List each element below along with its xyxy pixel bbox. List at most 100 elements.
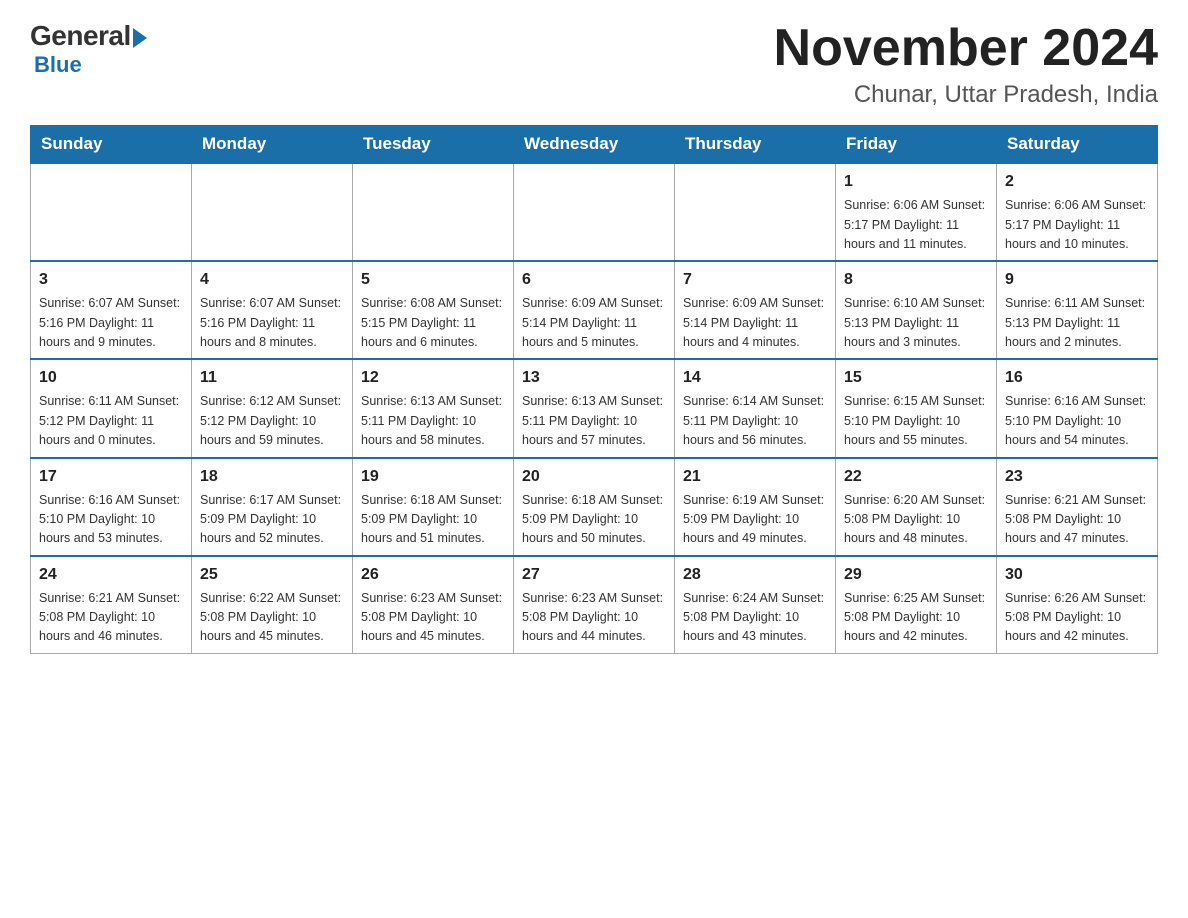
calendar-cell: 7Sunrise: 6:09 AM Sunset: 5:14 PM Daylig… [675, 261, 836, 359]
day-number: 8 [844, 268, 988, 292]
calendar-cell: 2Sunrise: 6:06 AM Sunset: 5:17 PM Daylig… [997, 163, 1158, 261]
day-info: Sunrise: 6:14 AM Sunset: 5:11 PM Dayligh… [683, 392, 827, 450]
calendar-cell: 17Sunrise: 6:16 AM Sunset: 5:10 PM Dayli… [31, 458, 192, 556]
title-area: November 2024 Chunar, Uttar Pradesh, Ind… [774, 20, 1158, 109]
day-info: Sunrise: 6:08 AM Sunset: 5:15 PM Dayligh… [361, 294, 505, 352]
day-number: 22 [844, 465, 988, 489]
day-info: Sunrise: 6:11 AM Sunset: 5:12 PM Dayligh… [39, 392, 183, 450]
day-info: Sunrise: 6:11 AM Sunset: 5:13 PM Dayligh… [1005, 294, 1149, 352]
day-info: Sunrise: 6:18 AM Sunset: 5:09 PM Dayligh… [522, 491, 666, 549]
day-number: 26 [361, 563, 505, 587]
day-info: Sunrise: 6:06 AM Sunset: 5:17 PM Dayligh… [844, 196, 988, 254]
calendar-cell: 16Sunrise: 6:16 AM Sunset: 5:10 PM Dayli… [997, 359, 1158, 457]
day-number: 23 [1005, 465, 1149, 489]
day-number: 18 [200, 465, 344, 489]
calendar-cell: 8Sunrise: 6:10 AM Sunset: 5:13 PM Daylig… [836, 261, 997, 359]
day-info: Sunrise: 6:17 AM Sunset: 5:09 PM Dayligh… [200, 491, 344, 549]
day-number: 17 [39, 465, 183, 489]
calendar-cell: 10Sunrise: 6:11 AM Sunset: 5:12 PM Dayli… [31, 359, 192, 457]
day-info: Sunrise: 6:21 AM Sunset: 5:08 PM Dayligh… [39, 589, 183, 647]
calendar-cell [31, 163, 192, 261]
calendar-cell: 13Sunrise: 6:13 AM Sunset: 5:11 PM Dayli… [514, 359, 675, 457]
day-number: 5 [361, 268, 505, 292]
calendar-cell [514, 163, 675, 261]
day-number: 19 [361, 465, 505, 489]
day-number: 15 [844, 366, 988, 390]
logo: General Blue [30, 20, 147, 78]
calendar-day-header: Monday [192, 126, 353, 164]
day-info: Sunrise: 6:22 AM Sunset: 5:08 PM Dayligh… [200, 589, 344, 647]
day-info: Sunrise: 6:16 AM Sunset: 5:10 PM Dayligh… [39, 491, 183, 549]
calendar-cell: 26Sunrise: 6:23 AM Sunset: 5:08 PM Dayli… [353, 556, 514, 654]
calendar-cell [353, 163, 514, 261]
logo-general-text: General [30, 20, 131, 52]
day-info: Sunrise: 6:13 AM Sunset: 5:11 PM Dayligh… [522, 392, 666, 450]
day-info: Sunrise: 6:06 AM Sunset: 5:17 PM Dayligh… [1005, 196, 1149, 254]
day-info: Sunrise: 6:18 AM Sunset: 5:09 PM Dayligh… [361, 491, 505, 549]
day-info: Sunrise: 6:10 AM Sunset: 5:13 PM Dayligh… [844, 294, 988, 352]
calendar-cell: 24Sunrise: 6:21 AM Sunset: 5:08 PM Dayli… [31, 556, 192, 654]
calendar-day-header: Friday [836, 126, 997, 164]
calendar-cell: 28Sunrise: 6:24 AM Sunset: 5:08 PM Dayli… [675, 556, 836, 654]
calendar-cell: 11Sunrise: 6:12 AM Sunset: 5:12 PM Dayli… [192, 359, 353, 457]
day-number: 1 [844, 170, 988, 194]
calendar-table: SundayMondayTuesdayWednesdayThursdayFrid… [30, 125, 1158, 654]
calendar-cell: 20Sunrise: 6:18 AM Sunset: 5:09 PM Dayli… [514, 458, 675, 556]
day-number: 16 [1005, 366, 1149, 390]
calendar-cell: 30Sunrise: 6:26 AM Sunset: 5:08 PM Dayli… [997, 556, 1158, 654]
day-number: 24 [39, 563, 183, 587]
day-number: 12 [361, 366, 505, 390]
calendar-cell: 4Sunrise: 6:07 AM Sunset: 5:16 PM Daylig… [192, 261, 353, 359]
day-info: Sunrise: 6:12 AM Sunset: 5:12 PM Dayligh… [200, 392, 344, 450]
day-info: Sunrise: 6:24 AM Sunset: 5:08 PM Dayligh… [683, 589, 827, 647]
day-number: 21 [683, 465, 827, 489]
day-info: Sunrise: 6:21 AM Sunset: 5:08 PM Dayligh… [1005, 491, 1149, 549]
day-info: Sunrise: 6:20 AM Sunset: 5:08 PM Dayligh… [844, 491, 988, 549]
day-number: 2 [1005, 170, 1149, 194]
day-info: Sunrise: 6:15 AM Sunset: 5:10 PM Dayligh… [844, 392, 988, 450]
week-row: 17Sunrise: 6:16 AM Sunset: 5:10 PM Dayli… [31, 458, 1158, 556]
day-number: 11 [200, 366, 344, 390]
calendar-cell: 14Sunrise: 6:14 AM Sunset: 5:11 PM Dayli… [675, 359, 836, 457]
logo-blue-text: Blue [34, 52, 82, 78]
day-info: Sunrise: 6:23 AM Sunset: 5:08 PM Dayligh… [361, 589, 505, 647]
week-row: 24Sunrise: 6:21 AM Sunset: 5:08 PM Dayli… [31, 556, 1158, 654]
week-row: 10Sunrise: 6:11 AM Sunset: 5:12 PM Dayli… [31, 359, 1158, 457]
calendar-cell: 21Sunrise: 6:19 AM Sunset: 5:09 PM Dayli… [675, 458, 836, 556]
day-number: 10 [39, 366, 183, 390]
calendar-header-row: SundayMondayTuesdayWednesdayThursdayFrid… [31, 126, 1158, 164]
calendar-cell: 6Sunrise: 6:09 AM Sunset: 5:14 PM Daylig… [514, 261, 675, 359]
day-info: Sunrise: 6:09 AM Sunset: 5:14 PM Dayligh… [683, 294, 827, 352]
day-info: Sunrise: 6:13 AM Sunset: 5:11 PM Dayligh… [361, 392, 505, 450]
day-info: Sunrise: 6:26 AM Sunset: 5:08 PM Dayligh… [1005, 589, 1149, 647]
calendar-day-header: Sunday [31, 126, 192, 164]
month-title: November 2024 [774, 20, 1158, 77]
day-info: Sunrise: 6:09 AM Sunset: 5:14 PM Dayligh… [522, 294, 666, 352]
calendar-cell: 25Sunrise: 6:22 AM Sunset: 5:08 PM Dayli… [192, 556, 353, 654]
day-info: Sunrise: 6:19 AM Sunset: 5:09 PM Dayligh… [683, 491, 827, 549]
day-number: 6 [522, 268, 666, 292]
day-number: 30 [1005, 563, 1149, 587]
calendar-cell [675, 163, 836, 261]
calendar-cell: 1Sunrise: 6:06 AM Sunset: 5:17 PM Daylig… [836, 163, 997, 261]
calendar-day-header: Thursday [675, 126, 836, 164]
calendar-cell: 12Sunrise: 6:13 AM Sunset: 5:11 PM Dayli… [353, 359, 514, 457]
day-info: Sunrise: 6:07 AM Sunset: 5:16 PM Dayligh… [39, 294, 183, 352]
calendar-cell: 22Sunrise: 6:20 AM Sunset: 5:08 PM Dayli… [836, 458, 997, 556]
calendar-cell: 3Sunrise: 6:07 AM Sunset: 5:16 PM Daylig… [31, 261, 192, 359]
day-number: 4 [200, 268, 344, 292]
calendar-cell: 19Sunrise: 6:18 AM Sunset: 5:09 PM Dayli… [353, 458, 514, 556]
calendar-day-header: Tuesday [353, 126, 514, 164]
week-row: 3Sunrise: 6:07 AM Sunset: 5:16 PM Daylig… [31, 261, 1158, 359]
day-number: 28 [683, 563, 827, 587]
calendar-cell: 5Sunrise: 6:08 AM Sunset: 5:15 PM Daylig… [353, 261, 514, 359]
day-number: 3 [39, 268, 183, 292]
day-info: Sunrise: 6:25 AM Sunset: 5:08 PM Dayligh… [844, 589, 988, 647]
location-title: Chunar, Uttar Pradesh, India [774, 81, 1158, 109]
logo-triangle-icon [133, 28, 147, 48]
calendar-cell: 29Sunrise: 6:25 AM Sunset: 5:08 PM Dayli… [836, 556, 997, 654]
day-number: 25 [200, 563, 344, 587]
day-number: 7 [683, 268, 827, 292]
page-header: General Blue November 2024 Chunar, Uttar… [30, 20, 1158, 109]
calendar-cell [192, 163, 353, 261]
